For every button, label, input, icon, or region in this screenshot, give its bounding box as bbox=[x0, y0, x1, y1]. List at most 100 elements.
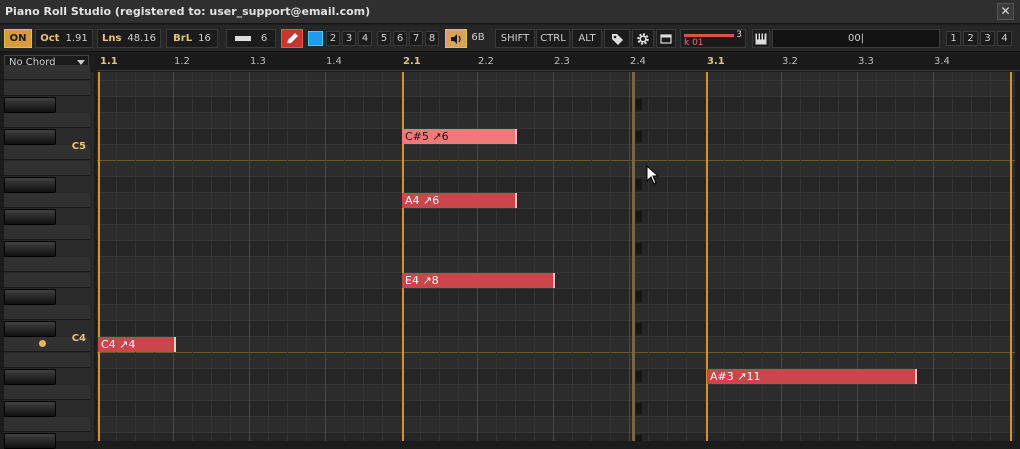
playhead[interactable] bbox=[632, 72, 635, 441]
pattern-bank-button-1[interactable]: 1 bbox=[946, 31, 961, 46]
grid-column-line bbox=[553, 72, 554, 441]
grid-column-line bbox=[154, 72, 155, 441]
grid-row bbox=[97, 97, 1015, 112]
white-key[interactable] bbox=[4, 113, 90, 128]
grid-column-line bbox=[724, 72, 725, 441]
playhead-key-marker bbox=[636, 435, 642, 441]
snap-button-4[interactable]: 4 bbox=[358, 31, 372, 46]
channel-selector[interactable]: 3 k 01 bbox=[680, 29, 746, 48]
grid-column-line bbox=[781, 72, 782, 441]
white-key[interactable] bbox=[4, 81, 90, 96]
octave-field[interactable]: Oct 1.91 bbox=[35, 29, 93, 48]
snap-toggle-button[interactable] bbox=[308, 31, 323, 46]
grid-line bbox=[97, 144, 1015, 145]
grid-column-line bbox=[895, 72, 896, 441]
black-key[interactable] bbox=[4, 401, 56, 417]
white-key[interactable] bbox=[4, 193, 90, 208]
ruler-label: 1.2 bbox=[174, 56, 190, 67]
note-length-value: 6 bbox=[260, 33, 268, 44]
note-e4[interactable]: E4 ↗8 bbox=[402, 273, 555, 288]
white-key[interactable] bbox=[4, 257, 90, 272]
lines-field[interactable]: Lns 48.16 bbox=[97, 29, 161, 48]
bar-length-value: 16 bbox=[198, 33, 211, 44]
settings-button[interactable] bbox=[632, 29, 654, 48]
playhead-key-marker bbox=[636, 211, 642, 222]
pattern-input[interactable]: 00| bbox=[772, 29, 940, 48]
black-key[interactable] bbox=[4, 369, 56, 385]
black-key[interactable] bbox=[4, 321, 56, 337]
black-key[interactable] bbox=[4, 289, 56, 305]
note-grid[interactable]: C#5 ↗6 A4 ↗6 E4 ↗8 C4 ↗4 A#3 ↗11 bbox=[97, 72, 1015, 441]
black-key[interactable] bbox=[4, 97, 56, 113]
pencil-tool-button[interactable] bbox=[281, 29, 303, 48]
grid-column-line bbox=[420, 72, 421, 441]
snap-button-5[interactable]: 5 bbox=[377, 31, 391, 46]
note-a4[interactable]: A4 ↗6 bbox=[402, 193, 517, 208]
grid-column-line bbox=[439, 72, 440, 441]
grid-line bbox=[97, 416, 1015, 417]
grid-line bbox=[97, 112, 1015, 113]
channel-slider[interactable] bbox=[684, 34, 734, 37]
timeline-ruler[interactable]: 1.1 1.2 1.3 1.4 2.1 2.2 2.3 2.4 3.1 3.2 … bbox=[97, 54, 1020, 71]
grid-row bbox=[97, 177, 1015, 192]
channel-number: 3 bbox=[736, 30, 742, 40]
octave-value: 1.91 bbox=[65, 33, 88, 44]
octave-label: Oct bbox=[40, 33, 60, 44]
ruler-label: 3.2 bbox=[782, 56, 798, 67]
grid-column-line bbox=[496, 72, 497, 441]
white-key[interactable] bbox=[4, 305, 90, 320]
ruler-label: 2.3 bbox=[554, 56, 570, 67]
snap-button-2[interactable]: 2 bbox=[326, 31, 340, 46]
shift-button[interactable]: SHIFT bbox=[495, 29, 535, 48]
white-key[interactable] bbox=[4, 225, 90, 240]
snap-button-8[interactable]: 8 bbox=[425, 31, 439, 46]
white-key[interactable] bbox=[4, 161, 90, 176]
grid-column-line bbox=[971, 72, 972, 441]
piano-button[interactable] bbox=[752, 29, 770, 48]
snap-button-7[interactable]: 7 bbox=[409, 31, 423, 46]
white-key[interactable] bbox=[4, 273, 90, 288]
ruler-label: 1.4 bbox=[326, 56, 342, 67]
note-a#3[interactable]: A#3 ↗11 bbox=[707, 369, 917, 384]
playhead-key-marker bbox=[636, 403, 642, 414]
pattern-bank-button-4[interactable]: 4 bbox=[997, 31, 1012, 46]
on-toggle-button[interactable]: ON bbox=[4, 29, 32, 48]
window-mode-button[interactable] bbox=[656, 29, 676, 48]
grid-row bbox=[97, 129, 1015, 144]
pattern-bank-button-3[interactable]: 3 bbox=[980, 31, 995, 46]
white-key[interactable] bbox=[4, 65, 90, 80]
grid-line bbox=[97, 192, 1015, 193]
black-key[interactable] bbox=[4, 433, 56, 449]
tag-button[interactable] bbox=[604, 29, 630, 48]
white-key[interactable] bbox=[4, 417, 90, 432]
note-c4[interactable]: C4 ↗4 bbox=[98, 337, 176, 352]
pattern-bank-button-2[interactable]: 2 bbox=[963, 31, 978, 46]
grid-column-line bbox=[135, 72, 136, 441]
note-length-icon bbox=[234, 35, 251, 41]
snap-button-6[interactable]: 6 bbox=[393, 31, 407, 46]
note-c#5[interactable]: C#5 ↗6 bbox=[402, 129, 517, 144]
grid-column-line bbox=[268, 72, 269, 441]
root-note-indicator bbox=[39, 340, 46, 347]
volume-value: 6B bbox=[471, 32, 485, 43]
alt-button[interactable]: ALT bbox=[572, 29, 602, 48]
bar-length-field[interactable]: BrL 16 bbox=[166, 29, 218, 48]
lines-label: Lns bbox=[101, 33, 122, 44]
grid-row bbox=[97, 241, 1015, 256]
speaker-button[interactable] bbox=[445, 29, 467, 48]
white-key[interactable] bbox=[4, 353, 90, 368]
close-button[interactable]: ✕ bbox=[997, 3, 1014, 20]
piano-icon bbox=[755, 33, 767, 45]
grid-column-line bbox=[800, 72, 801, 441]
ctrl-button[interactable]: CTRL bbox=[536, 29, 570, 48]
black-key[interactable] bbox=[4, 241, 56, 257]
black-key[interactable] bbox=[4, 177, 56, 193]
black-key[interactable] bbox=[4, 209, 56, 225]
black-key[interactable] bbox=[4, 129, 56, 145]
window-title: Piano Roll Studio (registered to: user_s… bbox=[5, 5, 371, 18]
snap-button-3[interactable]: 3 bbox=[342, 31, 356, 46]
white-key[interactable] bbox=[4, 385, 90, 400]
piano-keyboard[interactable]: C5 C4 bbox=[4, 65, 94, 449]
note-length-field[interactable]: 6 bbox=[226, 29, 276, 48]
grid-column-line bbox=[762, 72, 763, 441]
